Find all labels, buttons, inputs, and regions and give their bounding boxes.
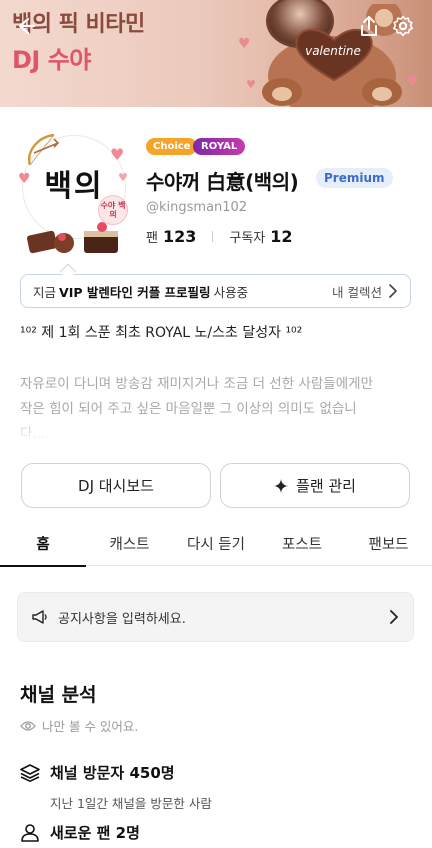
plan-management-label: 플랜 관리 [296, 477, 356, 495]
plan-management-button[interactable]: 플랜 관리 [220, 463, 410, 508]
channel-name: 수야꺼 白意(백의) [146, 170, 299, 194]
megaphone-icon [32, 610, 47, 624]
heart-label: valentine [305, 44, 361, 58]
royal-badge: ROYAL [193, 138, 246, 155]
back-arrow-icon [18, 17, 36, 35]
sparkle-icon [274, 478, 289, 493]
person-icon [21, 823, 39, 842]
my-collection-label: 내 컬렉션 [332, 284, 382, 300]
stats-divider [212, 231, 214, 242]
tab-cast[interactable]: 캐스트 [86, 526, 173, 566]
tab-home[interactable]: 홈 [0, 526, 86, 567]
fans-label: 팬 [146, 231, 158, 246]
subscribers-label: 구독자 [229, 231, 266, 246]
visibility-text: 나만 볼 수 있어요. [42, 719, 139, 734]
tab-fanboard[interactable]: 팬보드 [345, 526, 432, 566]
layers-icon [20, 763, 40, 782]
channel-stats: 팬 123 구독자 12 [146, 227, 293, 246]
chevron-right-icon [390, 610, 398, 624]
vip-suffix: 사용중 [213, 284, 249, 300]
heart-decoration-icon: ♥ [246, 78, 256, 91]
tab-replay[interactable]: 다시 듣기 [173, 526, 259, 566]
eye-icon [20, 720, 36, 731]
channel-handle: @kingsman102 [146, 200, 248, 215]
share-icon [361, 16, 377, 36]
heart-decoration-icon: ♥ [406, 74, 419, 90]
my-collection-link[interactable]: 내 컬렉션 [332, 282, 398, 301]
dj-dashboard-button[interactable]: DJ 대시보드 [21, 463, 211, 508]
avatar-sticker-text: 수야 백의 [100, 201, 126, 219]
premium-badge[interactable]: Premium [316, 168, 393, 188]
fans-stat[interactable]: 팬 123 [146, 227, 196, 246]
visitors-subtext: 지난 1일간 채널을 방문한 사람 [50, 796, 212, 811]
dj-dashboard-label: DJ 대시보드 [78, 477, 154, 495]
visitors-metric[interactable]: 채널 방문자 450명 [20, 762, 175, 783]
subscribers-stat[interactable]: 구독자 12 [229, 227, 292, 246]
settings-button[interactable] [389, 12, 417, 40]
choice-badge: Choice [146, 138, 198, 155]
subscribers-count: 12 [270, 227, 293, 246]
chevron-right-icon [389, 284, 397, 298]
banner-subtitle: DJ 수야 [12, 46, 91, 74]
notice-input[interactable]: 공지사항을 입력하세요. [17, 592, 414, 642]
visitors-text: 채널 방문자 450명 [50, 764, 175, 782]
channel-tabs: 홈 캐스트 다시 듣기 포스트 팬보드 [0, 526, 432, 567]
channel-banner: ♥ ♥ ♥ 백의 픽 비타민 DJ 수야 valentine [0, 0, 432, 107]
share-button[interactable] [355, 12, 383, 40]
tab-post[interactable]: 포스트 [259, 526, 345, 566]
description-fade [0, 412, 432, 442]
visibility-note: 나만 볼 수 있어요. [20, 716, 138, 735]
vip-profiling-name: VIP 발렌타인 커플 프로필링 [59, 284, 211, 300]
back-button[interactable] [12, 12, 40, 40]
heart-decoration-icon: ♥ [238, 36, 251, 52]
notice-placeholder: 공지사항을 입력하세요. [58, 611, 186, 627]
fans-count: 123 [162, 227, 197, 246]
channel-analytics-title: 채널 분석 [20, 684, 97, 706]
vip-profiling-bar[interactable]: 지금 VIP 발렌타인 커플 프로필링 사용중 내 컬렉션 [20, 274, 411, 308]
profile-avatar[interactable]: ♥ ♥ ♥ 백의 수야 백의 [18, 131, 131, 258]
channel-intro: ¹⁰² 제 1회 스푼 최초 ROYAL 노/스초 달성자 ¹⁰² [20, 325, 303, 341]
vip-prefix: 지금 [33, 284, 57, 300]
new-fans-text: 새로운 팬 2명 [50, 824, 140, 842]
gear-icon [393, 15, 413, 37]
new-fans-metric[interactable]: 새로운 팬 2명 [20, 822, 140, 843]
